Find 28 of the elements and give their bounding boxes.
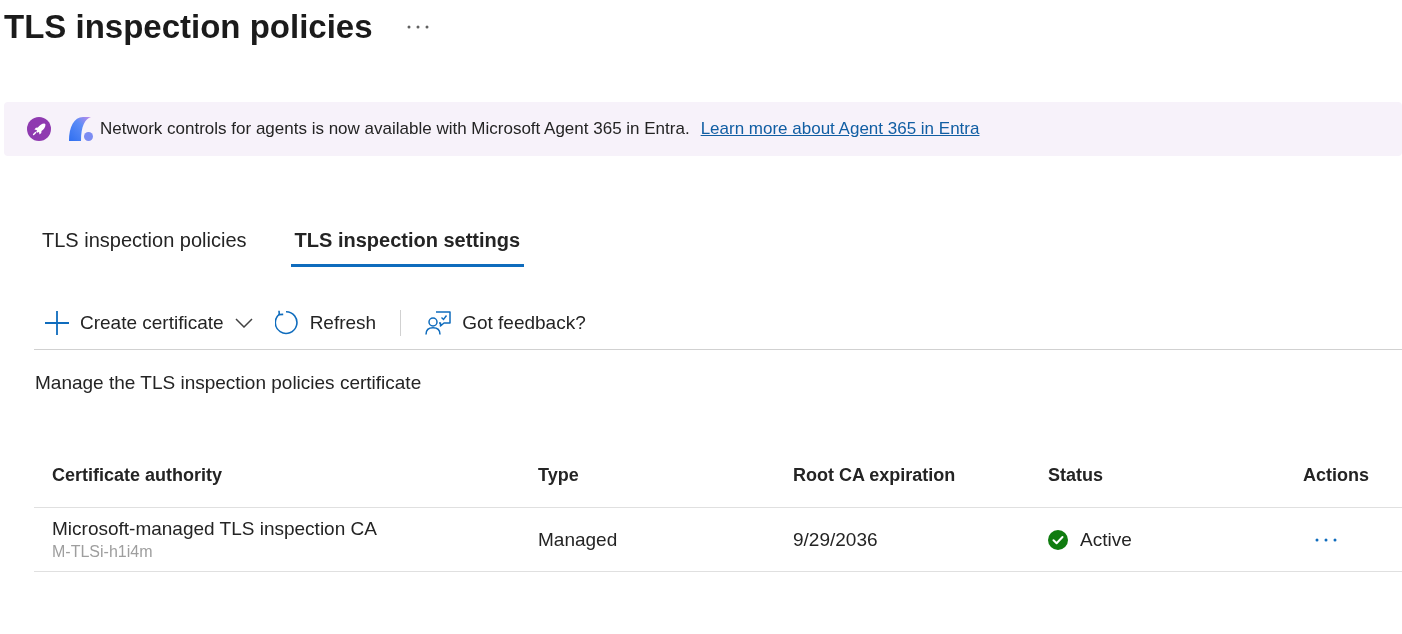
expiration-cell: 9/29/2036 (793, 528, 878, 550)
feedback-icon (425, 310, 452, 335)
column-header: Status (1048, 463, 1104, 487)
learn-more-link[interactable]: Learn more about Agent 365 in Entra (700, 118, 980, 140)
more-icon (406, 25, 429, 29)
column-header: Root CA expiration (793, 463, 957, 487)
refresh-button[interactable]: Refresh (270, 306, 381, 339)
caret-icon (234, 317, 253, 328)
status-text: Active (1080, 527, 1132, 552)
page-title: TLS inspection policies (4, 7, 373, 47)
rocket-icon (27, 117, 51, 141)
description-text: Manage the TLS inspection policies certificate (35, 371, 423, 395)
more-icon (1315, 537, 1337, 542)
plus-icon (45, 310, 69, 335)
column-header: Certificate authority (52, 463, 224, 487)
authority-name: Microsoft-managed TLS inspection CA (52, 516, 377, 541)
tab[interactable]: TLS inspection settings (290, 218, 525, 267)
refresh-icon (274, 310, 299, 335)
tab[interactable]: TLS inspection policies (38, 218, 251, 267)
arch-logo-icon (69, 117, 93, 141)
feedback-button[interactable]: Got feedback? (421, 306, 590, 339)
column-header: Type (538, 463, 580, 487)
create-certificate-button[interactable]: Create certificate (41, 306, 257, 339)
column-header: Actions (1303, 463, 1370, 487)
check-circle-icon (1048, 529, 1068, 550)
type-cell: Managed (538, 528, 618, 550)
authority-id: M-TLSi-h1i4m (52, 541, 153, 562)
banner-message: Network controls for agents is now available with Microsoft Agent 365 in Entra. (100, 118, 690, 140)
